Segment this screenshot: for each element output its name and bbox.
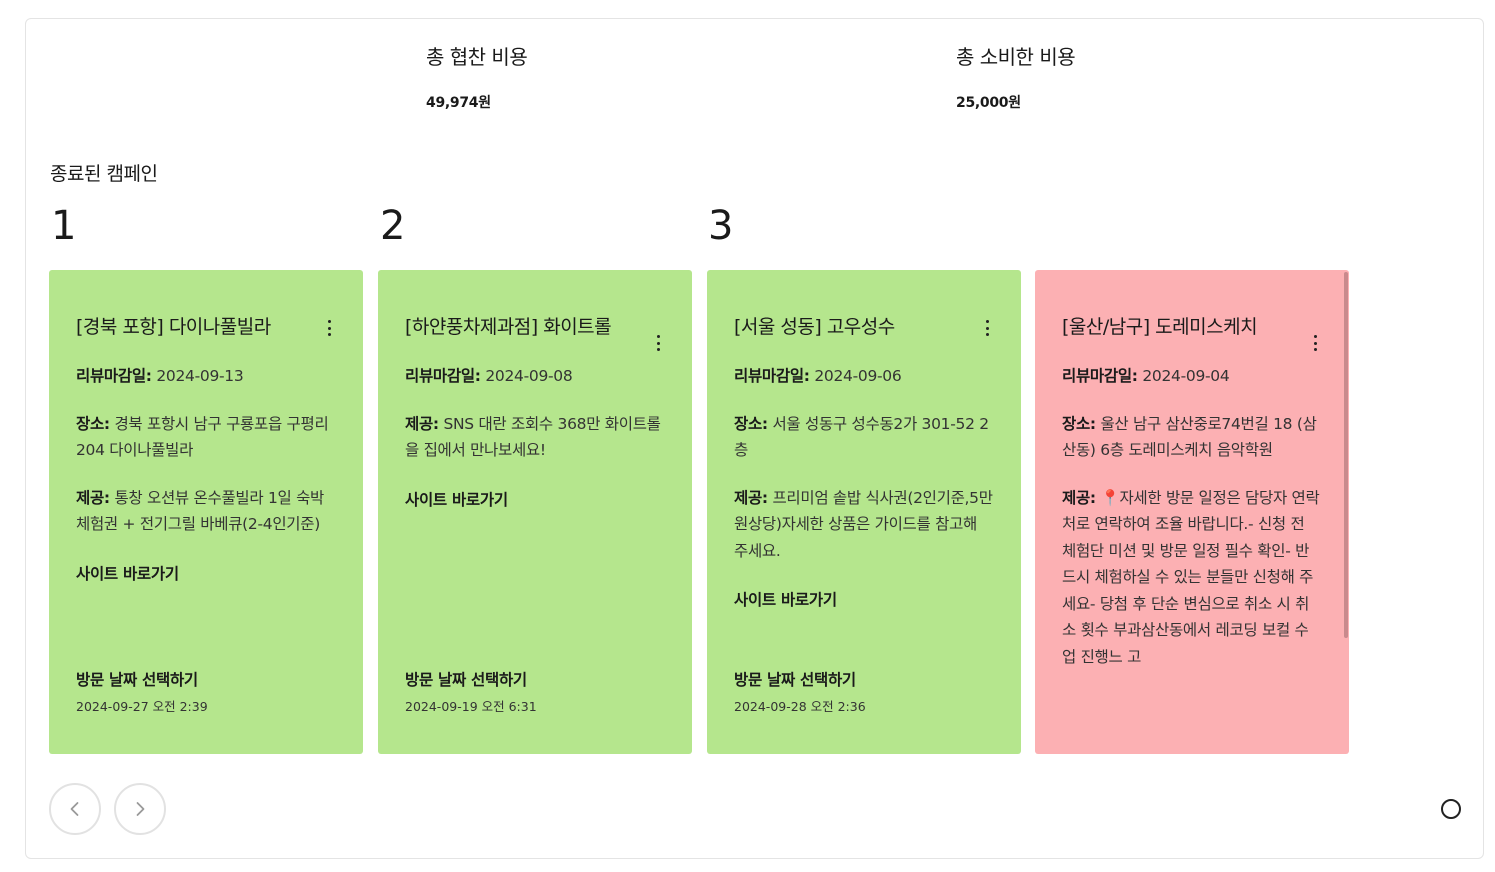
- chevron-right-icon: [136, 802, 145, 816]
- next-button[interactable]: [114, 783, 166, 835]
- stat-value: 49,974원: [426, 95, 491, 111]
- visit-date: 2024-09-28 오전 2:36: [734, 699, 866, 714]
- place: 장소: 서울 성동구 성수동2가 301-52 2층: [734, 414, 989, 460]
- card-title: [울산/남구] 도레미스케치: [1062, 316, 1258, 338]
- select-visit-date-button[interactable]: 방문 날짜 선택하기: [76, 668, 198, 690]
- stat-label: 총 소비한 비용: [956, 45, 1076, 69]
- review-deadline: 리뷰마감일: 2024-09-06: [734, 367, 902, 385]
- review-deadline: 리뷰마감일: 2024-09-08: [405, 367, 573, 385]
- prev-button[interactable]: [49, 783, 101, 835]
- stat-label: 총 협찬 비용: [426, 45, 528, 69]
- campaign-panel: 총 협찬 비용 49,974원 총 소비한 비용 25,000원 종료된 캠페인…: [25, 18, 1484, 859]
- rank-number: 2: [380, 203, 406, 249]
- place: 장소: 울산 남구 삼산중로74번길 18 (삼산동) 6층 도레미스케치 음악…: [1062, 414, 1317, 460]
- select-visit-date-button[interactable]: 방문 날짜 선택하기: [405, 668, 527, 690]
- campaign-card[interactable]: [경북 포항] 다이나풀빌라 리뷰마감일: 2024-09-13 장소: 경북 …: [49, 270, 363, 754]
- campaign-card[interactable]: [서울 성동] 고우성수 리뷰마감일: 2024-09-06 장소: 서울 성동…: [707, 270, 1021, 754]
- site-link[interactable]: 사이트 바로가기: [734, 588, 994, 610]
- visit-date: 2024-09-19 오전 6:31: [405, 699, 537, 714]
- more-vertical-icon[interactable]: [985, 320, 989, 336]
- offer: 제공: 프리미엄 솥밥 식사권(2인기준,5만원상당)자세한 상품은 가이드를 …: [734, 488, 993, 560]
- card-title: [하얀풍차제과점] 화이트롤: [405, 316, 612, 338]
- place: 장소: 경북 포항시 남구 구룡포읍 구평리 204 다이나풀빌라: [76, 414, 329, 460]
- select-visit-date-button[interactable]: 방문 날짜 선택하기: [734, 668, 856, 690]
- stat-total-spent: 총 소비한 비용 25,000원: [956, 41, 1076, 112]
- chevron-left-icon: [70, 802, 79, 816]
- site-link[interactable]: 사이트 바로가기: [76, 562, 336, 584]
- rank-number: 1: [51, 203, 77, 249]
- more-vertical-icon[interactable]: [327, 320, 331, 336]
- section-title: 종료된 캠페인: [50, 163, 158, 185]
- stat-value: 25,000원: [956, 95, 1021, 111]
- rank-number: 3: [708, 203, 734, 249]
- offer: 제공: 통창 오션뷰 온수풀빌라 1일 숙박 체험권 + 전기그릴 바베큐(2-…: [76, 488, 325, 534]
- card-title: [서울 성동] 고우성수: [734, 316, 895, 338]
- site-link[interactable]: 사이트 바로가기: [405, 488, 665, 510]
- offer: 제공: SNS 대란 조회수 368만 화이트롤을 집에서 만나보세요!: [405, 414, 661, 460]
- visit-date: 2024-09-27 오전 2:39: [76, 699, 208, 714]
- circle-icon[interactable]: [1441, 799, 1461, 819]
- card-title: [경북 포항] 다이나풀빌라: [76, 316, 271, 338]
- more-vertical-icon[interactable]: [1313, 335, 1317, 351]
- review-deadline: 리뷰마감일: 2024-09-04: [1062, 367, 1230, 385]
- stat-total-sponsorship: 총 협찬 비용 49,974원: [426, 41, 528, 112]
- more-vertical-icon[interactable]: [656, 335, 660, 351]
- offer: 제공: 📍자세한 방문 일정은 담당자 연락처로 연락하여 조율 바랍니다.- …: [1062, 488, 1320, 666]
- card-scrollbar[interactable]: [1344, 272, 1348, 638]
- campaign-card[interactable]: [하얀풍차제과점] 화이트롤 리뷰마감일: 2024-09-08 제공: SNS…: [378, 270, 692, 754]
- campaign-card-expired[interactable]: [울산/남구] 도레미스케치 리뷰마감일: 2024-09-04 장소: 울산 …: [1035, 270, 1349, 754]
- review-deadline: 리뷰마감일: 2024-09-13: [76, 367, 244, 385]
